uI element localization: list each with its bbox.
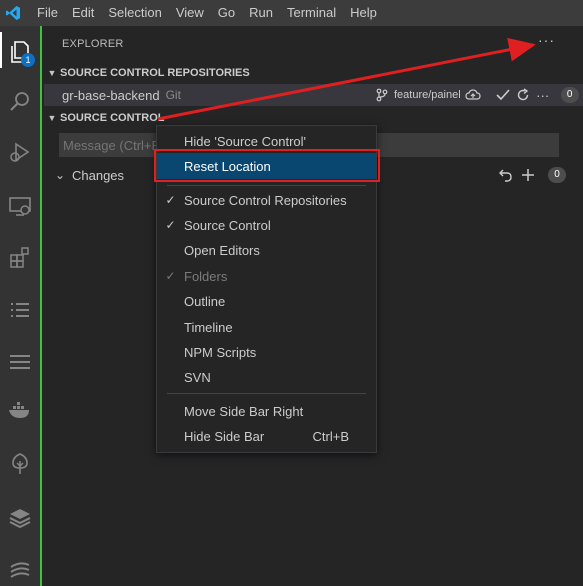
menu-file[interactable]: File: [30, 0, 65, 26]
menu-selection[interactable]: Selection: [101, 0, 168, 26]
menu-item-timeline[interactable]: Timeline: [157, 314, 376, 340]
stack-icon[interactable]: [0, 550, 40, 586]
explorer-title: EXPLORER: [62, 38, 124, 50]
docker-icon[interactable]: [0, 390, 40, 430]
menu-item-source-control[interactable]: ✓ Source Control: [157, 212, 376, 238]
refresh-icon[interactable]: [515, 87, 531, 103]
chevron-down-icon: ▼: [47, 113, 57, 123]
chevron-down-icon: ▼: [47, 68, 57, 78]
menu-item-hide-side-bar[interactable]: Hide Side Bar Ctrl+B: [157, 423, 376, 449]
explorer-icon[interactable]: [0, 32, 40, 72]
extensions-icon[interactable]: [0, 238, 40, 278]
repository-name: gr-base-backend: [62, 87, 160, 103]
menu-item-move-side-bar-right[interactable]: Move Side Bar Right: [157, 398, 376, 424]
cloud-upload-icon[interactable]: [465, 87, 481, 103]
changes-actions: 0: [498, 165, 566, 185]
menu-item-folders: ✓ Folders: [157, 263, 376, 289]
repository-changes-count: 0: [560, 87, 579, 103]
chevron-down-icon: ⌄: [54, 168, 66, 182]
checkmark-icon: ✓: [165, 269, 176, 283]
menu-view[interactable]: View: [169, 0, 211, 26]
branch-label[interactable]: feature/painel: [394, 89, 461, 101]
menu-separator: [167, 393, 366, 394]
repository-actions: feature/painel ··· 0: [374, 84, 579, 106]
remote-explorer-icon[interactable]: [0, 186, 40, 226]
discard-icon[interactable]: [498, 167, 514, 183]
branch-icon: [374, 87, 390, 103]
run-debug-icon[interactable]: [0, 132, 40, 172]
menu-edit[interactable]: Edit: [65, 0, 101, 26]
source-control-section-title: SOURCE CONTROL: [60, 112, 165, 124]
repository-provider: Git: [165, 88, 181, 102]
annotation-highlight-box: [154, 149, 380, 182]
menu-item-svn[interactable]: SVN: [157, 364, 376, 390]
checkmark-icon: ✓: [165, 218, 176, 232]
menu-terminal[interactable]: Terminal: [280, 0, 343, 26]
checkmark-icon: ✓: [165, 193, 176, 207]
menu-item-open-editors[interactable]: Open Editors: [157, 237, 376, 263]
menu-item-npm-scripts[interactable]: NPM Scripts: [157, 339, 376, 365]
repository-row[interactable]: gr-base-backend Git feature/painel ··· 0: [44, 84, 583, 106]
menu-icon[interactable]: [0, 342, 40, 382]
repositories-section-title: SOURCE CONTROL REPOSITORIES: [60, 67, 250, 79]
list-icon[interactable]: [0, 290, 40, 330]
shortcut-label: Ctrl+B: [312, 428, 349, 444]
menu-go[interactable]: Go: [211, 0, 242, 26]
tree-icon[interactable]: [0, 444, 40, 484]
explorer-badge: 1: [21, 53, 35, 67]
menu-item-outline[interactable]: Outline: [157, 288, 376, 314]
menu-run[interactable]: Run: [242, 0, 280, 26]
changes-label: Changes: [72, 167, 125, 183]
menu-separator: [167, 185, 366, 186]
vscode-logo-icon: [0, 0, 26, 26]
search-icon[interactable]: [0, 82, 40, 122]
ellipsis-icon[interactable]: ···: [535, 87, 551, 103]
repositories-section-header[interactable]: ▼ SOURCE CONTROL REPOSITORIES: [44, 63, 583, 83]
commit-check-icon[interactable]: [495, 87, 511, 103]
changes-count: 0: [548, 167, 566, 183]
title-bar: File Edit Selection View Go Run Terminal…: [0, 0, 583, 26]
menu-item-source-control-repositories[interactable]: ✓ Source Control Repositories: [157, 187, 376, 213]
menu-help[interactable]: Help: [343, 0, 384, 26]
database-icon[interactable]: [0, 498, 40, 538]
activity-bar: 1: [0, 26, 40, 586]
more-actions-button[interactable]: ···: [538, 32, 555, 48]
stage-all-icon[interactable]: [520, 167, 536, 183]
